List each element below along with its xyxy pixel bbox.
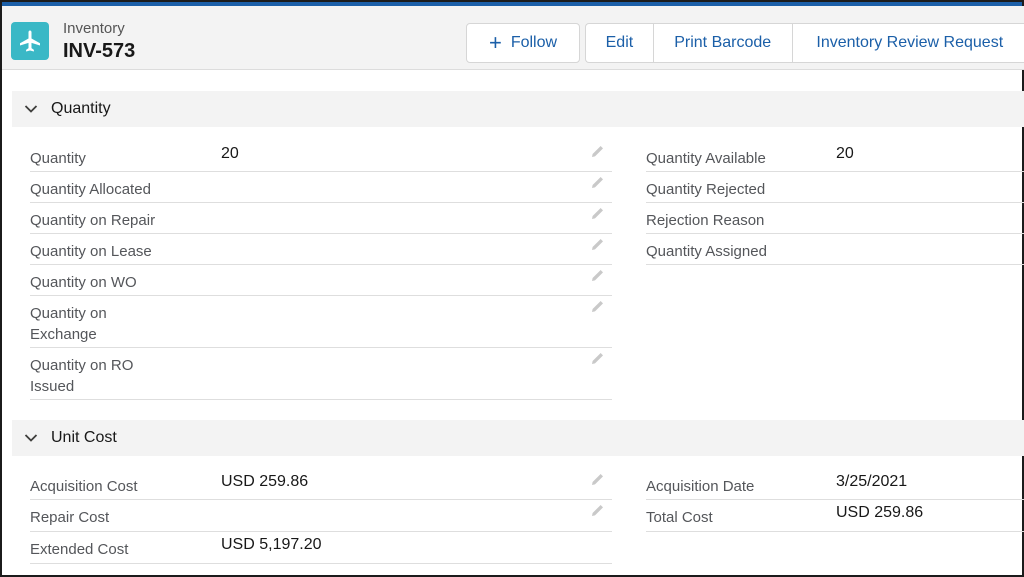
field-repair-cost: Repair Cost bbox=[30, 500, 612, 532]
field-quantity-on-ro-issued: Quantity on RO Issued bbox=[30, 348, 612, 400]
field-total-cost: Total Cost USD 259.86 bbox=[646, 500, 1024, 532]
follow-button[interactable]: + Follow bbox=[466, 23, 580, 63]
field-value: 20 bbox=[221, 145, 239, 162]
field-label: Quantity Assigned bbox=[646, 243, 767, 260]
field-value: USD 259.86 bbox=[221, 473, 309, 490]
chevron-down-icon bbox=[12, 431, 50, 445]
plus-icon: + bbox=[488, 30, 502, 55]
pencil-icon[interactable] bbox=[590, 207, 604, 221]
field-label: Acquisition Date bbox=[646, 478, 755, 495]
field-label: Extended Cost bbox=[30, 541, 129, 558]
field-label: Quantity on Lease bbox=[30, 243, 152, 260]
follow-button-label: Follow bbox=[510, 34, 558, 51]
field-quantity-allocated: Quantity Allocated bbox=[30, 172, 612, 203]
field-label: Quantity Rejected bbox=[646, 181, 766, 198]
field-acquisition-cost: Acquisition Cost USD 259.86 bbox=[30, 469, 612, 500]
field-rejection-reason: Rejection Reason bbox=[646, 203, 1024, 234]
field-quantity-assigned: Quantity Assigned bbox=[646, 234, 1024, 265]
print-barcode-button[interactable]: Print Barcode bbox=[654, 24, 793, 62]
field-quantity-on-lease: Quantity on Lease bbox=[30, 234, 612, 265]
field-quantity: Quantity 20 bbox=[30, 141, 612, 172]
object-type-label: Inventory bbox=[63, 20, 125, 37]
field-value: USD 259.86 bbox=[836, 504, 924, 521]
pencil-icon[interactable] bbox=[590, 504, 604, 518]
field-label: Acquisition Cost bbox=[30, 478, 138, 495]
field-quantity-on-exchange: Quantity on Exchange bbox=[30, 296, 612, 348]
field-value: USD 5,197.20 bbox=[221, 536, 322, 553]
pencil-icon[interactable] bbox=[590, 473, 604, 487]
record-header: Inventory INV-573 + Follow Edit Print Ba… bbox=[2, 6, 1024, 70]
pencil-icon[interactable] bbox=[590, 352, 604, 366]
inventory-review-request-button[interactable]: Inventory Review Request bbox=[793, 24, 1024, 62]
field-label: Quantity Allocated bbox=[30, 181, 151, 198]
field-label: Total Cost bbox=[646, 509, 713, 526]
pencil-icon[interactable] bbox=[590, 238, 604, 252]
field-label: Quantity on Exchange bbox=[30, 305, 107, 343]
chevron-down-icon bbox=[12, 102, 50, 116]
field-label: Quantity on WO bbox=[30, 274, 137, 291]
field-acquisition-date: Acquisition Date 3/25/2021 bbox=[646, 469, 1024, 500]
field-value: 20 bbox=[836, 145, 854, 162]
pencil-icon[interactable] bbox=[590, 176, 604, 190]
field-label: Quantity on RO Issued bbox=[30, 357, 134, 395]
section-header-quantity[interactable]: Quantity bbox=[12, 91, 1024, 127]
field-quantity-available: Quantity Available 20 bbox=[646, 141, 1024, 172]
field-quantity-rejected: Quantity Rejected bbox=[646, 172, 1024, 203]
action-button-group: Edit Print Barcode Inventory Review Requ… bbox=[585, 23, 1024, 63]
section-title-unit-cost: Unit Cost bbox=[51, 429, 117, 446]
field-label: Quantity Available bbox=[646, 150, 766, 167]
field-label: Rejection Reason bbox=[646, 212, 765, 229]
field-label: Quantity on Repair bbox=[30, 212, 156, 229]
section-title-quantity: Quantity bbox=[51, 100, 111, 117]
edit-button[interactable]: Edit bbox=[586, 24, 654, 62]
field-quantity-on-repair: Quantity on Repair bbox=[30, 203, 612, 234]
section-header-unit-cost[interactable]: Unit Cost bbox=[12, 420, 1024, 456]
field-value: 3/25/2021 bbox=[836, 473, 908, 490]
pencil-icon[interactable] bbox=[590, 300, 604, 314]
pencil-icon[interactable] bbox=[590, 145, 604, 159]
pencil-icon[interactable] bbox=[590, 269, 604, 283]
field-label: Quantity bbox=[30, 150, 86, 167]
record-title: INV-573 bbox=[63, 40, 136, 62]
airplane-icon bbox=[11, 22, 49, 60]
field-quantity-on-wo: Quantity on WO bbox=[30, 265, 612, 296]
field-label: Repair Cost bbox=[30, 509, 110, 526]
field-extended-cost: Extended Cost USD 5,197.20 bbox=[30, 532, 612, 564]
